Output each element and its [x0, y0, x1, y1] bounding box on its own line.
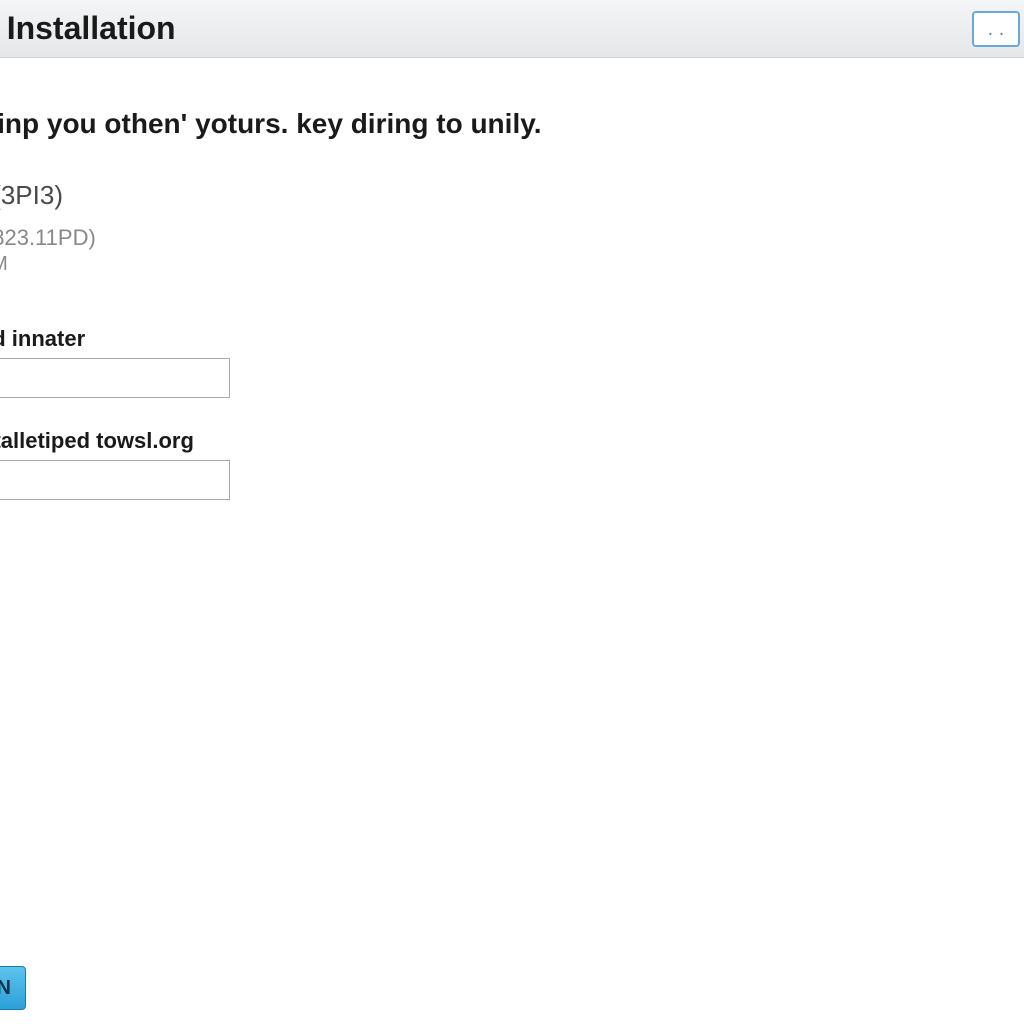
field-2-input[interactable] — [0, 460, 230, 500]
main-content: hinp you othen' yoturs. key diring to un… — [0, 58, 1024, 500]
field-group-1: ed innater — [0, 326, 1024, 398]
field-group-2: ntalletiped towsl.org — [0, 428, 1024, 500]
title-bar: e Installation . . — [0, 0, 1024, 58]
info-line-2: 0823.11PD) — [0, 225, 1024, 251]
info-line-3: I/M — [0, 253, 1024, 276]
field-2-label: ntalletiped towsl.org — [0, 428, 1024, 454]
dots-icon: . . — [988, 18, 1005, 41]
window-title: e Installation — [0, 10, 176, 47]
field-1-label: ed innater — [0, 326, 1024, 352]
titlebar-action-button[interactable]: . . — [972, 11, 1020, 47]
footer-bar: IN — [0, 966, 26, 1010]
field-1-input[interactable] — [0, 358, 230, 398]
primary-action-button[interactable]: IN — [0, 966, 26, 1010]
instruction-text: hinp you othen' yoturs. key diring to un… — [0, 108, 1024, 140]
info-line-1: ' (3PI3) — [0, 180, 1024, 211]
